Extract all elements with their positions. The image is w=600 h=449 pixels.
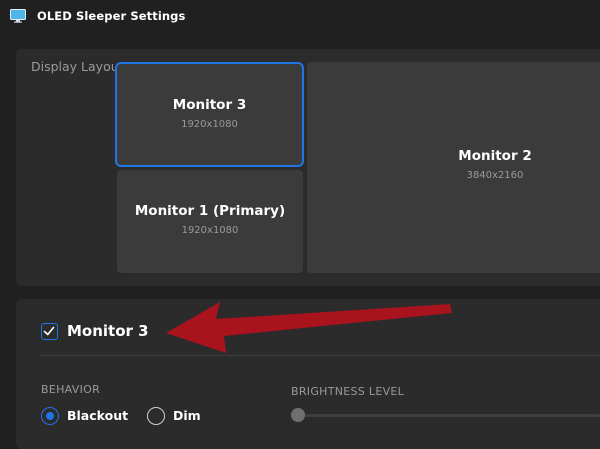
monitor-name: Monitor 3 [172, 97, 247, 113]
divider [40, 355, 600, 356]
dim-radio[interactable] [147, 407, 165, 425]
monitor-resolution: 1920x1080 [181, 225, 239, 236]
behavior-label: BEHAVIOR [41, 383, 101, 396]
window-title: OLED Sleeper Settings [37, 9, 186, 23]
monitor-icon [10, 9, 26, 23]
brightness-slider-track[interactable] [298, 414, 600, 417]
dim-radio-label[interactable]: Dim [173, 408, 201, 423]
monitor-tile-3[interactable]: Monitor 3 1920x1080 [115, 62, 304, 167]
monitor-tile-1[interactable]: Monitor 1 (Primary) 1920x1080 [117, 170, 303, 273]
monitor-resolution: 3840x2160 [466, 170, 524, 181]
monitor-settings-title: Monitor 3 [67, 322, 149, 340]
monitor-resolution: 1920x1080 [181, 119, 238, 130]
blackout-radio[interactable] [41, 407, 59, 425]
checkmark-icon [43, 326, 55, 336]
blackout-radio-label[interactable]: Blackout [67, 408, 128, 423]
brightness-level-label: BRIGHTNESS LEVEL [291, 385, 405, 398]
monitor-name: Monitor 2 [458, 148, 532, 164]
monitor-enabled-checkbox[interactable] [41, 323, 58, 340]
monitor-tile-2[interactable]: Monitor 2 3840x2160 [307, 62, 600, 273]
monitor-name: Monitor 1 (Primary) [134, 203, 286, 219]
display-layout-label: Display Layout [31, 59, 124, 74]
title-bar: OLED Sleeper Settings [0, 0, 600, 32]
brightness-slider-thumb[interactable] [291, 408, 305, 422]
